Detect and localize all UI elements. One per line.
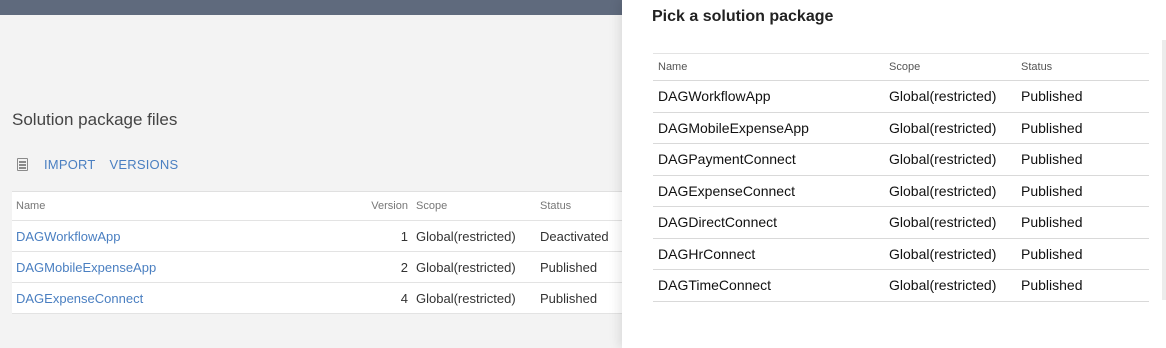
picker-row[interactable]: DAGWorkflowApp Global(restricted) Publis… xyxy=(653,81,1149,113)
column-header-scope[interactable]: Scope xyxy=(889,61,1021,73)
column-header-name[interactable]: Name xyxy=(12,200,360,212)
panel-title: Pick a solution package xyxy=(652,8,834,25)
package-scope: Global(restricted) xyxy=(889,214,997,231)
version-cell: 4 xyxy=(400,290,408,306)
package-scope: Global(restricted) xyxy=(889,182,997,199)
package-status: Published xyxy=(1021,119,1083,136)
package-status: Published xyxy=(1021,182,1083,199)
package-name: DAGMobileExpenseApp xyxy=(658,119,809,136)
status-cell: Published xyxy=(540,259,598,275)
package-name: DAGTimeConnect xyxy=(658,277,772,294)
package-scope: Global(restricted) xyxy=(889,119,997,136)
table-row[interactable]: DAGExpenseConnect 4 Global(restricted) P… xyxy=(12,283,624,314)
package-name-link[interactable]: DAGMobileExpenseApp xyxy=(12,260,360,275)
toolbar: IMPORT VERSIONS xyxy=(17,157,178,172)
package-status: Published xyxy=(1021,88,1083,105)
import-button[interactable]: IMPORT xyxy=(44,157,96,172)
version-cell: 1 xyxy=(400,228,408,244)
table-row[interactable]: DAGMobileExpenseApp 2 Global(restricted)… xyxy=(12,252,624,283)
package-name: DAGHrConnect xyxy=(658,245,756,262)
scope-cell: Global(restricted) xyxy=(416,290,516,306)
page-title: Solution package files xyxy=(12,110,178,129)
picker-row[interactable]: DAGTimeConnect Global(restricted) Publis… xyxy=(653,270,1149,302)
picker-row[interactable]: DAGExpenseConnect Global(restricted) Pub… xyxy=(653,176,1149,207)
package-name-link[interactable]: DAGExpenseConnect xyxy=(12,291,360,306)
package-scope: Global(restricted) xyxy=(889,245,997,262)
picker-row[interactable]: DAGMobileExpenseApp Global(restricted) P… xyxy=(653,113,1149,144)
package-name: DAGDirectConnect xyxy=(658,214,778,231)
package-status: Published xyxy=(1021,245,1083,262)
column-header-version[interactable]: Version xyxy=(360,200,416,212)
column-header-scope[interactable]: Scope xyxy=(416,200,540,212)
solution-files-table: Name Version Scope Status DAGWorkflowApp… xyxy=(12,191,624,314)
picker-header-row: Name Scope Status xyxy=(653,53,1149,81)
package-name-link[interactable]: DAGWorkflowApp xyxy=(12,229,360,244)
package-status: Published xyxy=(1021,151,1083,168)
column-header-name[interactable]: Name xyxy=(653,61,889,73)
table-header-row: Name Version Scope Status xyxy=(12,192,624,221)
versions-button[interactable]: VERSIONS xyxy=(110,157,179,172)
version-cell: 2 xyxy=(400,259,408,275)
top-header-bar xyxy=(0,0,640,15)
package-status: Published xyxy=(1021,214,1083,231)
table-row[interactable]: DAGWorkflowApp 1 Global(restricted) Deac… xyxy=(12,221,624,252)
document-icon[interactable] xyxy=(17,158,28,171)
package-status: Published xyxy=(1021,277,1083,294)
package-name: DAGExpenseConnect xyxy=(658,182,795,199)
column-header-status[interactable]: Status xyxy=(540,200,624,212)
panel-scrollbar[interactable] xyxy=(1162,40,1166,300)
package-scope: Global(restricted) xyxy=(889,277,997,294)
scope-cell: Global(restricted) xyxy=(416,228,516,244)
package-scope: Global(restricted) xyxy=(889,88,997,105)
status-cell: Deactivated xyxy=(540,228,609,244)
status-cell: Published xyxy=(540,290,598,306)
package-picker-table: Name Scope Status DAGWorkflowApp Global(… xyxy=(653,53,1149,302)
column-header-status[interactable]: Status xyxy=(1021,61,1149,73)
scope-cell: Global(restricted) xyxy=(416,259,516,275)
package-scope: Global(restricted) xyxy=(889,151,997,168)
picker-row[interactable]: DAGPaymentConnect Global(restricted) Pub… xyxy=(653,144,1149,176)
package-name: DAGWorkflowApp xyxy=(658,88,771,105)
pick-solution-package-panel: Pick a solution package Name Scope Statu… xyxy=(622,0,1166,348)
picker-row[interactable]: DAGDirectConnect Global(restricted) Publ… xyxy=(653,207,1149,239)
picker-row[interactable]: DAGHrConnect Global(restricted) Publishe… xyxy=(653,239,1149,270)
package-name: DAGPaymentConnect xyxy=(658,151,796,168)
